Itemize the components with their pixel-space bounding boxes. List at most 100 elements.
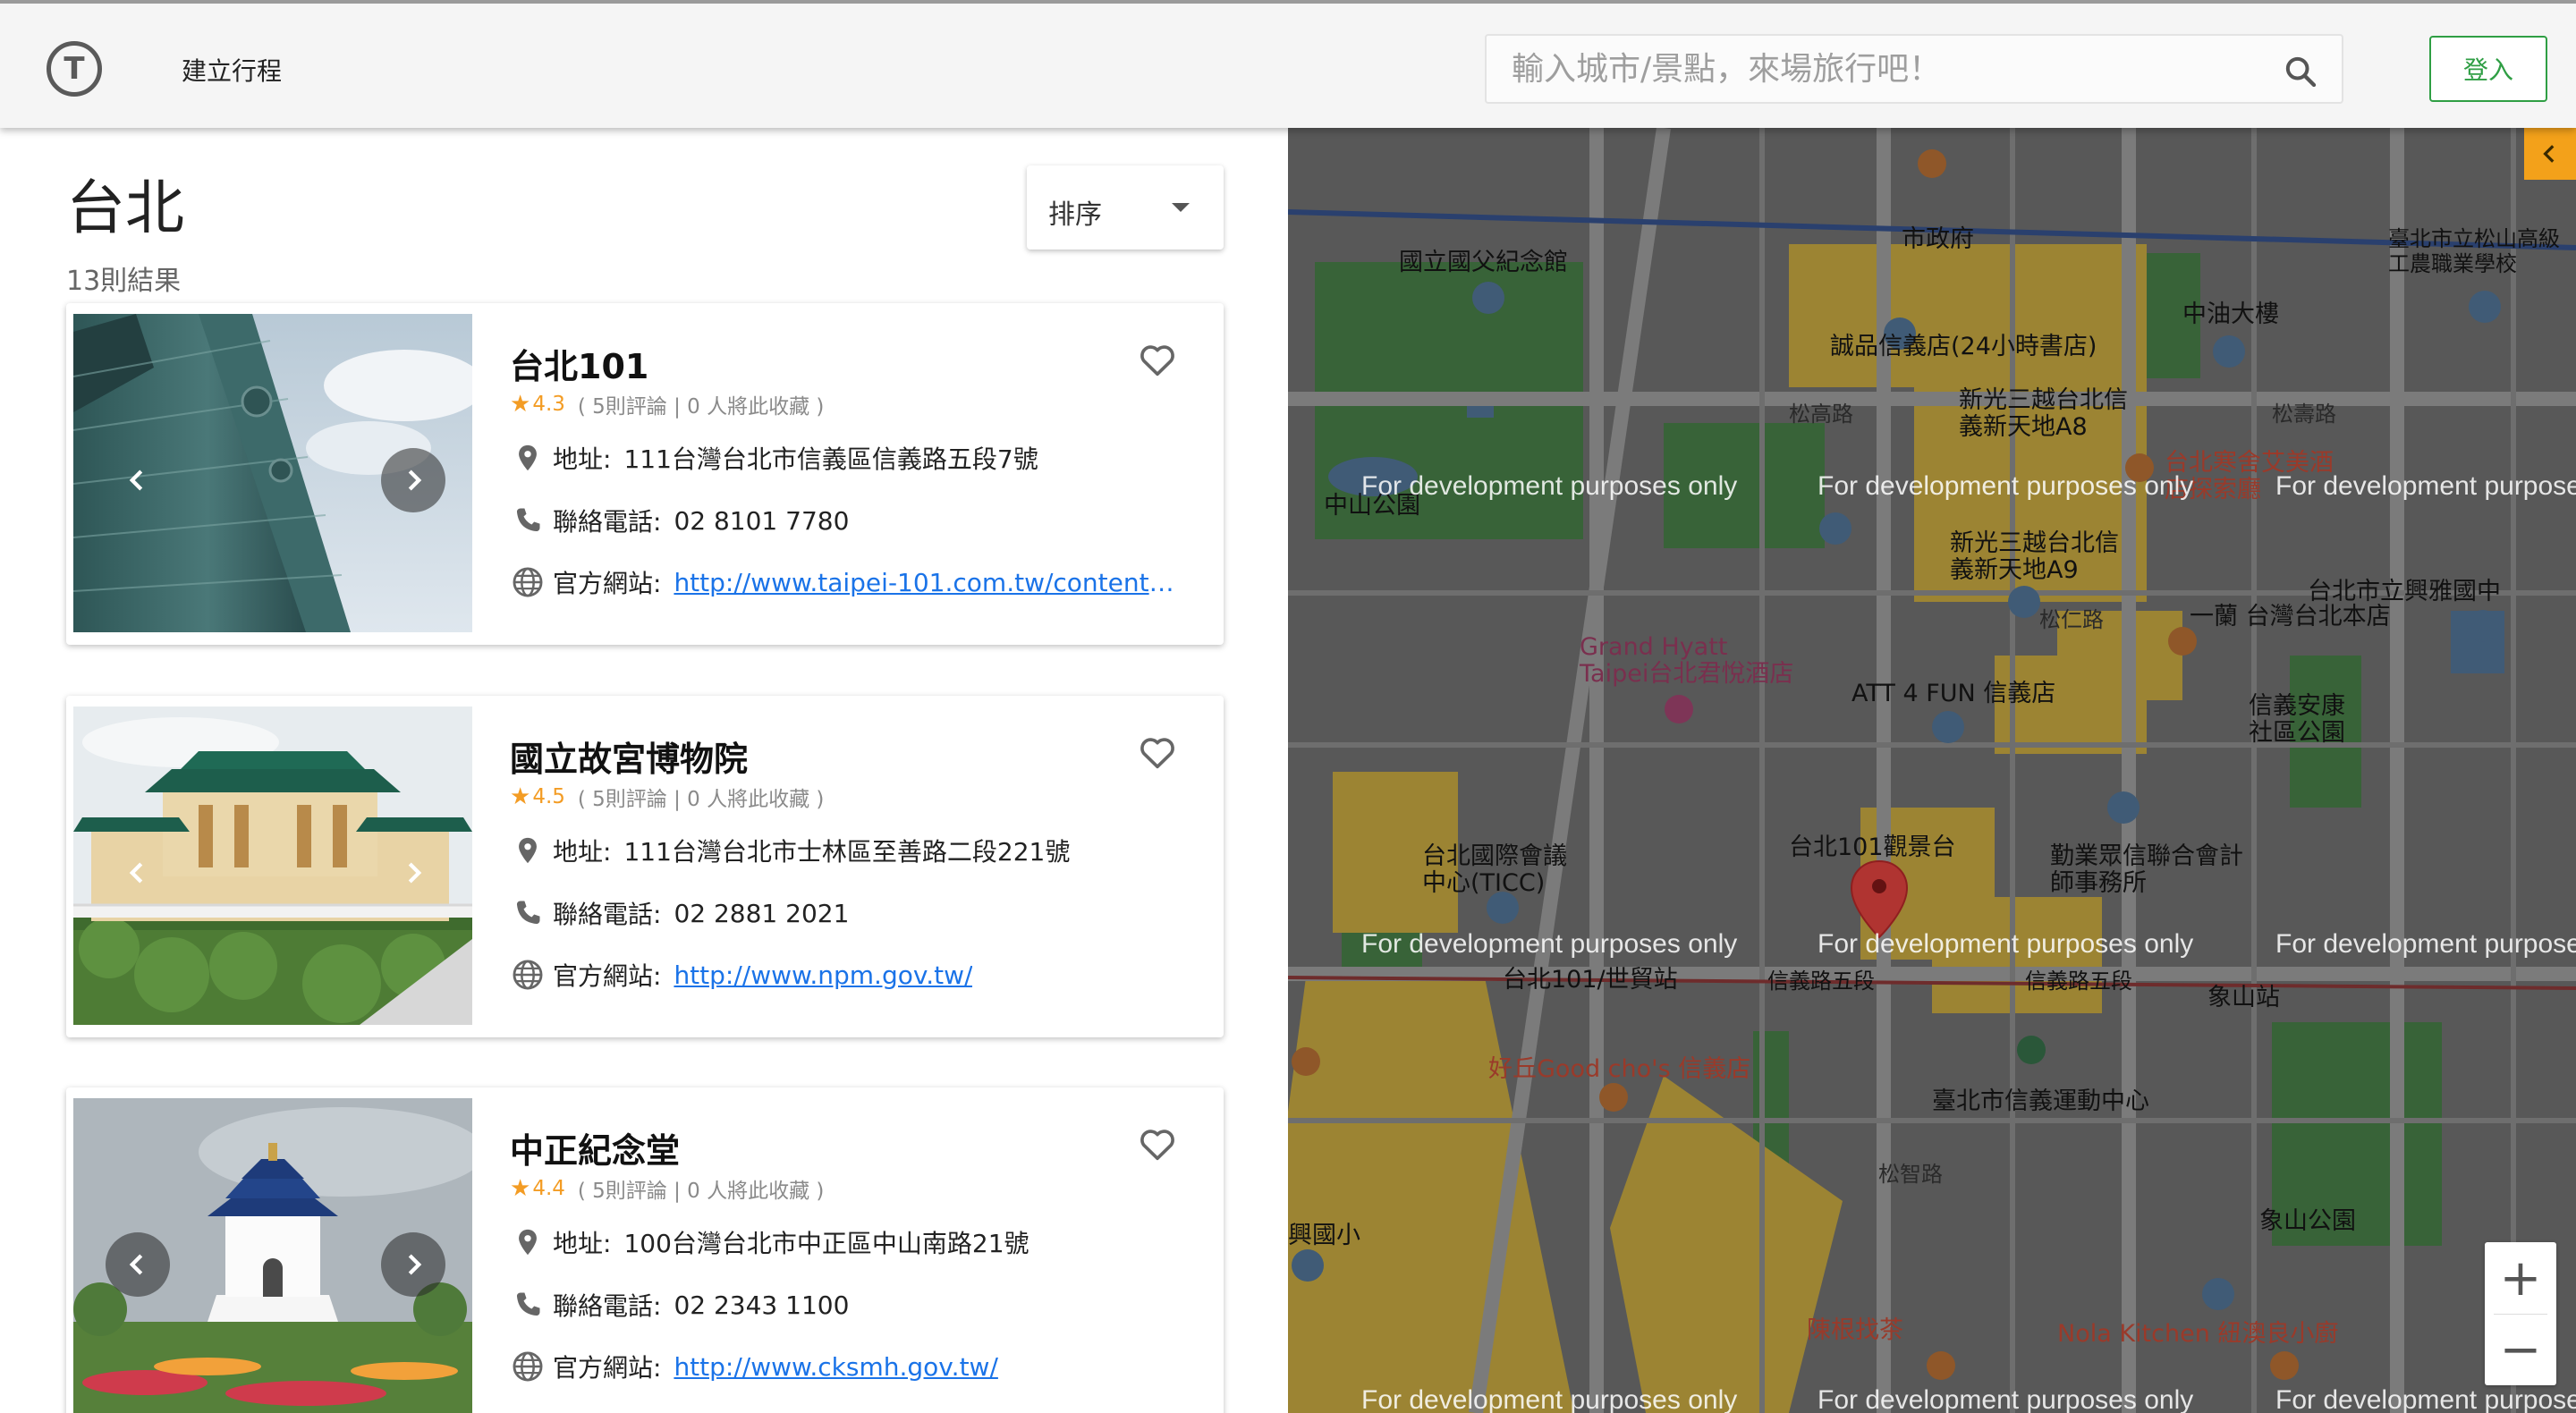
location-pin-icon	[510, 1224, 546, 1260]
map-label-xinyi-road-east: 信義路五段	[2025, 969, 2132, 994]
dev-watermark: For development purposes only	[1361, 929, 1738, 959]
carousel-next-button[interactable]	[381, 841, 445, 905]
map-label-songshou-road: 松壽路	[2272, 402, 2336, 427]
phone-label: 聯絡電話:	[553, 900, 662, 929]
attraction-title[interactable]: 中正紀念堂	[510, 1123, 680, 1172]
address-row: 地址: 111台灣台北市士林區至善路二段221號	[510, 830, 1070, 871]
phone-icon	[510, 1287, 546, 1323]
caret-down-icon	[1172, 203, 1190, 212]
map-label-eslite: 誠品信義店(24小時書店)	[1830, 333, 2097, 360]
attraction-card[interactable]: 國立故宮博物院 ★ 4.5 ( 5則評論 | 0 人將此收藏 ) 地址: 111…	[66, 696, 1224, 1037]
map-label-xinyi-road: 信義路五段	[1767, 969, 1875, 994]
star-icon: ★	[510, 783, 531, 810]
map-label-tp101-station: 台北101/世貿站	[1503, 966, 1678, 994]
map-panel[interactable]: 國立國父紀念館 市政府 誠品信義店(24小時書店) 中油大樓 臺北市立松山高級工…	[1288, 128, 2576, 1413]
website-row: 官方網站: http://www.npm.gov.tw/	[510, 954, 972, 995]
carousel-prev-button[interactable]	[106, 1232, 170, 1297]
collapse-panel-button[interactable]	[2524, 128, 2576, 180]
top-header: T 建立行程 登入	[0, 0, 2576, 128]
attraction-title[interactable]: 台北101	[510, 339, 648, 388]
globe-icon	[510, 957, 546, 993]
phone-value: 02 2881 2021	[674, 898, 850, 928]
globe-icon	[510, 564, 546, 600]
logo-icon[interactable]: T	[47, 41, 102, 97]
location-pin-icon	[510, 833, 546, 868]
dev-watermark: For development purposes only	[2275, 471, 2576, 501]
phone-row: 聯絡電話: 02 8101 7780	[510, 500, 849, 541]
sort-dropdown[interactable]: 排序	[1027, 165, 1224, 250]
attraction-card[interactable]: 台北101 ★ 4.3 ( 5則評論 | 0 人將此收藏 ) 地址: 111台灣…	[66, 303, 1224, 645]
city-title: 台北	[66, 173, 184, 242]
chevron-left-icon	[129, 1254, 143, 1275]
map-label-zhongyou: 中油大樓	[2182, 300, 2279, 328]
chevron-left-icon	[129, 862, 143, 884]
chevron-right-icon	[408, 862, 422, 884]
sort-label: 排序	[1048, 199, 1102, 231]
map-label-ticc: 台北國際會議中心(TICC)	[1422, 842, 1567, 897]
star-icon: ★	[510, 1175, 531, 1202]
map-label-shinkong-a8: 新光三越台北信義新天地A8	[1959, 386, 2128, 441]
dev-watermark: For development purposes only	[2275, 929, 2576, 959]
carousel-next-button[interactable]	[381, 448, 445, 512]
phone-label: 聯絡電話:	[553, 1291, 662, 1321]
website-row: 官方網站: http://www.taipei-101.com.tw/conte…	[510, 562, 1174, 603]
attraction-meta: ★ 4.3 ( 5則評論 | 0 人將此收藏 )	[510, 389, 824, 419]
map-label-att4fun: ATT 4 FUN 信義店	[1852, 680, 2056, 707]
map-label-songren-road: 松仁路	[2039, 607, 2104, 632]
create-itinerary-link[interactable]: 建立行程	[182, 52, 282, 88]
website-label: 官方網站:	[553, 961, 662, 991]
phone-value: 02 2343 1100	[674, 1290, 850, 1320]
phone-icon	[510, 895, 546, 931]
login-button[interactable]: 登入	[2429, 36, 2547, 102]
map-label-xingya: 台北市立興雅國中	[2308, 578, 2501, 605]
search-box	[1485, 34, 2343, 104]
address-value: 100台灣台北市中正區中山南路21號	[623, 1229, 1030, 1258]
dev-watermark: For development purposes only	[2275, 1385, 2576, 1413]
dev-watermark: For development purposes only	[1361, 1385, 1738, 1413]
map-label-xinghua: 興國小	[1288, 1222, 1360, 1249]
attraction-card[interactable]: 中正紀念堂 ★ 4.4 ( 5則評論 | 0 人將此收藏 ) 地址: 100台灣…	[66, 1087, 1224, 1413]
rating-value: 4.5	[532, 785, 565, 808]
attraction-title[interactable]: 國立故宮博物院	[510, 732, 748, 781]
search-icon[interactable]	[2283, 54, 2318, 89]
map-label-nola: Nola Kitchen 紐澳良小廚	[2057, 1320, 2339, 1348]
zoom-out-button[interactable]: −	[2485, 1314, 2556, 1385]
dev-watermark: For development purposes only	[1818, 1385, 2194, 1413]
map-canvas[interactable]	[1288, 128, 2576, 1413]
map-label-xinyi-park: 信義安康社區公園	[2249, 692, 2345, 747]
phone-value: 02 8101 7780	[674, 505, 850, 536]
address-value: 111台灣台北市士林區至善路二段221號	[623, 837, 1071, 867]
website-label: 官方網站:	[553, 1353, 662, 1383]
heart-icon[interactable]	[1136, 732, 1179, 773]
carousel-prev-button[interactable]	[106, 841, 170, 905]
heart-icon[interactable]	[1136, 339, 1179, 380]
attraction-photo	[73, 706, 472, 1025]
review-summary: ( 5則評論 | 0 人將此收藏 )	[577, 788, 825, 811]
map-label-city-hall: 市政府	[1902, 225, 1974, 253]
map-label-xiangshan-park: 象山公園	[2259, 1207, 2356, 1235]
map-label-shinkong-a9: 新光三越台北信義新天地A9	[1950, 529, 2119, 584]
map-label-observatory: 台北101觀景台	[1789, 833, 1956, 861]
chevron-right-icon	[408, 470, 422, 491]
search-input[interactable]	[1512, 36, 2245, 102]
location-pin-icon	[510, 440, 546, 476]
carousel-prev-button[interactable]	[106, 448, 170, 512]
map-label-deloitte: 勤業眾信聯合會計師事務所	[2050, 842, 2243, 897]
phone-row: 聯絡電話: 02 2343 1100	[510, 1284, 849, 1325]
address-label: 地址:	[553, 1229, 612, 1258]
attraction-photo	[73, 314, 472, 632]
map-label-chen-gen: 陳根找茶	[1807, 1316, 1903, 1344]
heart-icon[interactable]	[1136, 1123, 1179, 1164]
chevron-left-icon	[2543, 145, 2555, 163]
carousel-next-button[interactable]	[381, 1232, 445, 1297]
phone-label: 聯絡電話:	[553, 507, 662, 537]
website-link[interactable]: http://www.taipei-101.com.tw/content_c..…	[674, 568, 1174, 597]
address-label: 地址:	[553, 444, 612, 474]
globe-icon	[510, 1349, 546, 1384]
address-row: 地址: 100台灣台北市中正區中山南路21號	[510, 1222, 1030, 1263]
map-label-xinyi-sports: 臺北市信義運動中心	[1932, 1087, 2149, 1115]
website-link[interactable]: http://www.npm.gov.tw/	[674, 960, 972, 990]
website-link[interactable]: http://www.cksmh.gov.tw/	[674, 1352, 997, 1382]
result-count: 13則結果	[66, 266, 182, 297]
zoom-in-button[interactable]: +	[2485, 1242, 2556, 1314]
